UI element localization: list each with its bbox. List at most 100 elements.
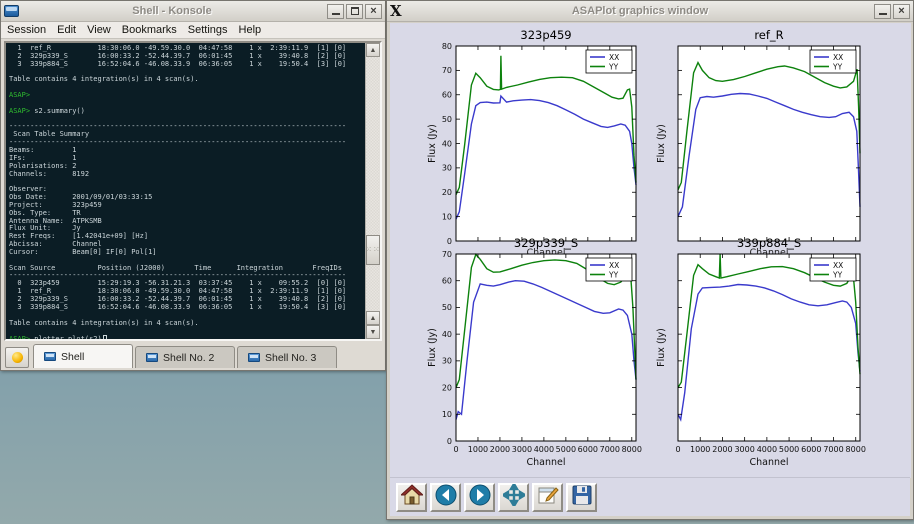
- legend-label-yy: YY: [832, 62, 843, 71]
- asaplot-window-title: ASAPlot graphics window: [408, 5, 872, 17]
- terminal-line: ASAP> s2.summary(): [9, 108, 365, 116]
- x-tick-label: 7000: [600, 445, 620, 454]
- terminal-scrollbar[interactable]: ▲ ▲ ▼: [365, 43, 380, 339]
- y-tick-label: 50: [442, 115, 452, 124]
- scroll-down-icon[interactable]: ▼: [366, 325, 380, 339]
- konsole-window-title: Shell - Konsole: [19, 5, 325, 17]
- terminal-line: 3 339p884_S 16:52:04.6 -46.08.33.9 06:36…: [9, 304, 365, 312]
- tab-shell-no-3[interactable]: Shell No. 3: [237, 346, 337, 368]
- y-tick-label: 70: [442, 66, 452, 75]
- minimize-button[interactable]: [874, 4, 891, 19]
- konsole-app-icon: [4, 5, 19, 17]
- konsole-titlebar[interactable]: Shell - Konsole ×: [1, 1, 385, 22]
- legend-label-xx: XX: [833, 53, 843, 62]
- home-icon: [401, 484, 423, 511]
- legend: XXYY: [586, 50, 632, 73]
- legend: XXYY: [810, 50, 856, 73]
- konsole-window-buttons: ×: [325, 4, 382, 19]
- y-tick-label: 80: [442, 42, 452, 51]
- close-button[interactable]: ×: [365, 4, 382, 19]
- menu-item-edit[interactable]: Edit: [57, 24, 76, 36]
- terminal-icon: [44, 352, 56, 361]
- subplot-title: 329p339_S: [514, 236, 578, 250]
- minimize-icon: [879, 8, 887, 15]
- y-tick-label: 40: [442, 330, 452, 339]
- subplot-339p884_S: 010002000300040005000600070008000339p884…: [656, 236, 866, 468]
- legend-label-xx: XX: [609, 261, 619, 270]
- y-tick-label: 0: [447, 237, 452, 246]
- legend-label-yy: YY: [608, 270, 619, 279]
- toolbar-forward-button[interactable]: [464, 483, 495, 512]
- konsole-window: Shell - Konsole × Session Edit View Bookmar…: [0, 0, 386, 371]
- scrollbar-thumb[interactable]: [366, 235, 380, 265]
- y-tick-label: 10: [442, 212, 452, 221]
- tab-shell-no-2[interactable]: Shell No. 2: [135, 346, 235, 368]
- y-tick-label: 20: [442, 188, 452, 197]
- x-tick-label: 3000: [512, 445, 532, 454]
- asaplot-titlebar[interactable]: X ASAPlot graphics window ×: [387, 1, 913, 22]
- terminal-line: Channels: 8192: [9, 171, 365, 179]
- figure-canvas: Channel01020304050607080323p459Flux (Jy)…: [390, 23, 911, 478]
- menu-item-view[interactable]: View: [87, 24, 111, 36]
- minimize-button[interactable]: [327, 4, 344, 19]
- terminal-line: Cursor: Beam[0] IF[0] Pol[1]: [9, 249, 365, 257]
- ylabel: Flux (Jy): [427, 124, 438, 163]
- terminal-icon: [248, 353, 260, 362]
- toolbar-configure-subplots-button[interactable]: [532, 483, 563, 512]
- x-tick-label: 6000: [801, 445, 821, 454]
- x-tick-label: 8000: [622, 445, 642, 454]
- legend: XXYY: [586, 258, 632, 281]
- menu-item-bookmarks[interactable]: Bookmarks: [122, 24, 177, 36]
- tab-label: Shell No. 3: [265, 352, 316, 364]
- subplot-329p339_S: 0100020003000400050006000700080000102030…: [427, 236, 642, 468]
- scroll-up2-icon[interactable]: ▲: [366, 311, 380, 325]
- plot-toolbar: [390, 477, 910, 516]
- menu-item-session[interactable]: Session: [7, 24, 46, 36]
- maximize-button[interactable]: [346, 4, 363, 19]
- terminal-icon: [146, 353, 158, 362]
- tab-label: Shell No. 2: [163, 352, 214, 364]
- legend-label-xx: XX: [833, 261, 843, 270]
- maximize-icon: [351, 7, 359, 15]
- tab-shell[interactable]: Shell: [33, 344, 133, 368]
- toolbar-save-button[interactable]: [566, 483, 597, 512]
- x-tick-label: 5000: [556, 445, 576, 454]
- legend-label-yy: YY: [832, 270, 843, 279]
- scrollbar-track[interactable]: [366, 57, 380, 311]
- toolbar-pan-button[interactable]: [498, 483, 529, 512]
- menu-item-help[interactable]: Help: [239, 24, 262, 36]
- scroll-up-icon[interactable]: ▲: [366, 43, 380, 57]
- asaplot-window: X ASAPlot graphics window × Channel 0 10 20…: [386, 0, 914, 520]
- pan-icon: [503, 484, 525, 511]
- xlabel: Channel: [526, 457, 565, 468]
- terminal-frame: 1 ref_R 18:30:06.0 -49.59.30.0 04:47:58 …: [4, 41, 382, 341]
- y-tick-label: 40: [442, 139, 452, 148]
- ylabel: Flux (Jy): [656, 124, 667, 163]
- toolbar-back-button[interactable]: [430, 483, 461, 512]
- y-tick-label: 10: [442, 410, 452, 419]
- konsole-menubar: Session Edit View Bookmarks Settings Help: [1, 22, 385, 39]
- subplot-title: 323p459: [520, 28, 571, 42]
- terminal-line: [9, 84, 365, 92]
- terminal-cursor: [103, 335, 107, 339]
- terminal-line: Table contains 4 integration(s) in 4 sca…: [9, 320, 365, 328]
- toolbar-home-button[interactable]: [396, 483, 427, 512]
- x-tick-label: 2000: [712, 445, 732, 454]
- legend-label-xx: XX: [609, 53, 619, 62]
- close-icon: ×: [370, 6, 376, 17]
- terminal-line: Table contains 4 integration(s) in 4 sca…: [9, 76, 365, 84]
- y-tick-label: 60: [442, 91, 452, 100]
- desktop: { "konsole": { "title": "Shell - Konsole…: [0, 0, 914, 524]
- konsole-tabbar: Shell Shell No. 2 Shell No. 3: [3, 343, 383, 368]
- x-tick-label: 5000: [779, 445, 799, 454]
- terminal-line: ASAP>: [9, 92, 365, 100]
- terminal-output[interactable]: 1 ref_R 18:30:06.0 -49.59.30.0 04:47:58 …: [6, 43, 365, 339]
- close-button[interactable]: ×: [893, 4, 910, 19]
- terminal-line: ASAP> plotter.plot(s2): [9, 335, 365, 339]
- new-session-button[interactable]: [5, 347, 29, 368]
- save-icon: [571, 484, 593, 511]
- menu-item-settings[interactable]: Settings: [188, 24, 228, 36]
- x-tick-label: 6000: [578, 445, 598, 454]
- terminal-line: [9, 327, 365, 335]
- ylabel: Flux (Jy): [427, 328, 438, 367]
